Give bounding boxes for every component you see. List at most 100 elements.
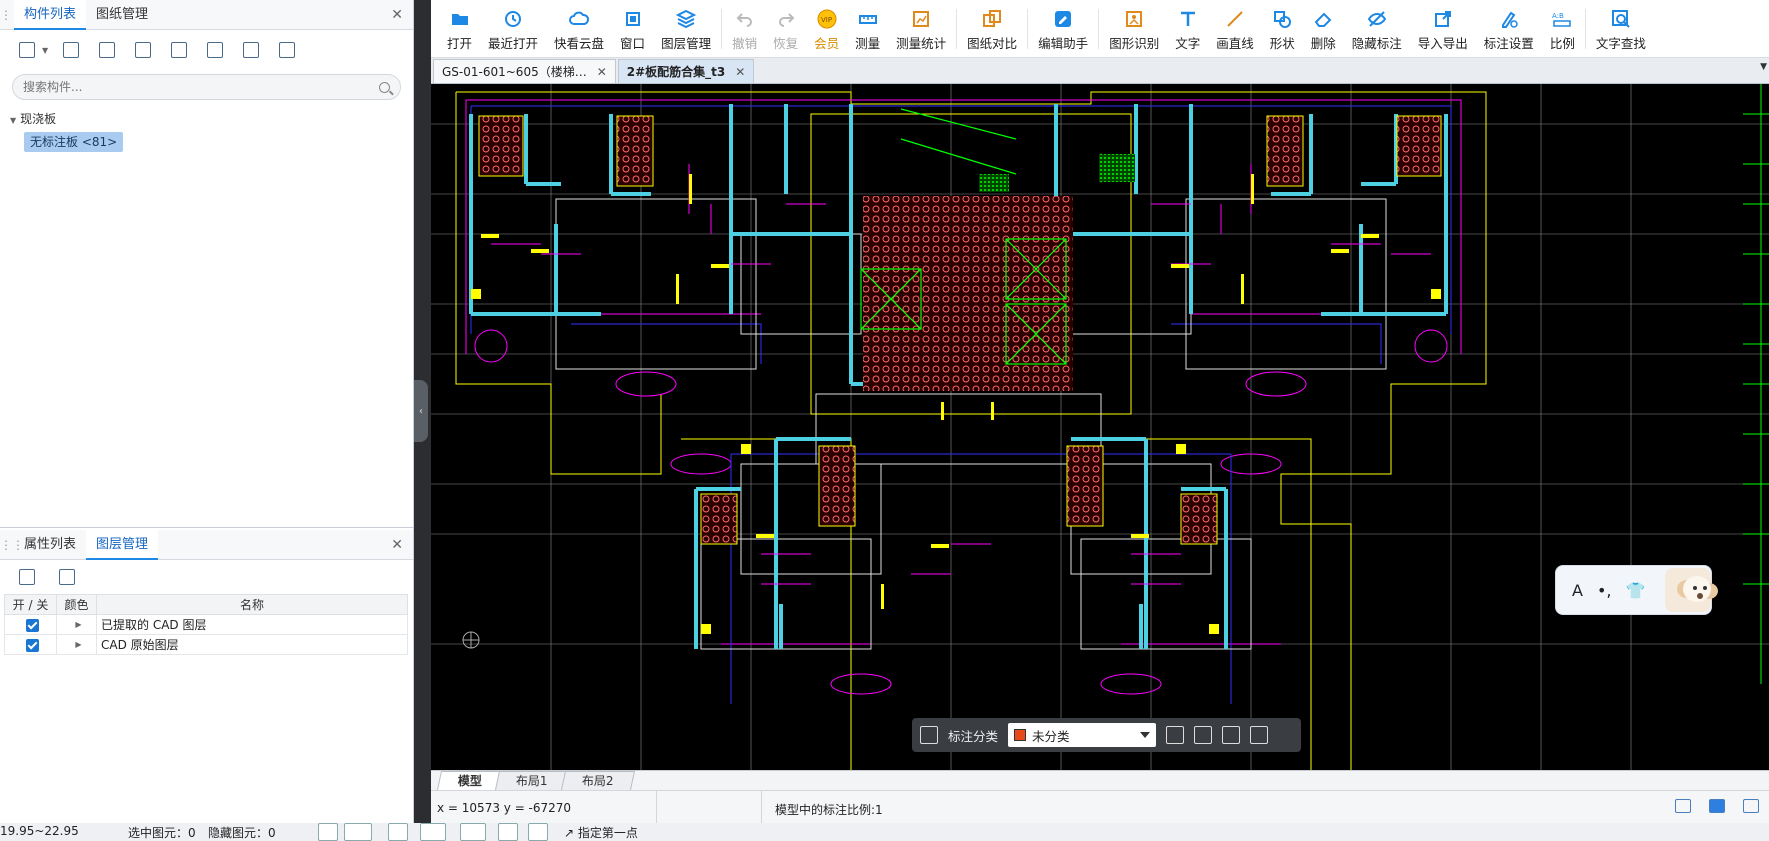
expand-triangle-icon[interactable]: ▶ bbox=[56, 614, 97, 635]
cad-drawing bbox=[431, 84, 1769, 770]
layer-visible-checkbox[interactable] bbox=[26, 638, 39, 652]
fullscreen-icon[interactable] bbox=[1743, 799, 1759, 813]
axis-grid bbox=[431, 84, 1769, 770]
tab-overflow-icon[interactable]: ▼ bbox=[1760, 62, 1767, 72]
refresh-button[interactable] bbox=[528, 823, 548, 841]
tool-label: 图形识别 bbox=[1109, 36, 1160, 51]
tab-drawing-management[interactable]: 图纸管理 bbox=[86, 0, 158, 30]
expand-triangle-icon[interactable]: ▼ bbox=[10, 116, 16, 125]
drag-grip-icon[interactable]: ⋮⋮ bbox=[0, 538, 24, 552]
measure-button[interactable]: 测量 bbox=[847, 0, 888, 57]
close-icon[interactable]: ✕ bbox=[391, 7, 403, 23]
vip-button[interactable]: VIP 会员 bbox=[806, 0, 847, 57]
paste-icon[interactable] bbox=[1250, 726, 1269, 744]
window-button[interactable]: 窗口 bbox=[612, 0, 653, 57]
list-icon bbox=[279, 42, 296, 58]
document-tab-active[interactable]: 2#板配筋合集_t3 ✕ bbox=[617, 59, 755, 84]
scale-button[interactable]: A:B 比例 bbox=[1542, 0, 1583, 57]
edit-assistant-button[interactable]: 编辑助手 bbox=[1030, 0, 1096, 57]
pdf-icon[interactable] bbox=[1709, 799, 1725, 813]
move-icon[interactable] bbox=[1194, 726, 1213, 744]
cad-canvas[interactable] bbox=[431, 84, 1769, 770]
snap-button[interactable] bbox=[318, 823, 338, 841]
dropdown-arrow-icon[interactable]: ▼ bbox=[42, 46, 48, 55]
measure-icon bbox=[858, 15, 877, 24]
copy-icon[interactable] bbox=[1222, 726, 1241, 744]
text-search-button[interactable]: 文字查找 bbox=[1588, 0, 1654, 57]
annotation-category-select[interactable]: 未分类 bbox=[1008, 723, 1157, 747]
image-icon[interactable] bbox=[1675, 799, 1691, 813]
property-button[interactable] bbox=[238, 37, 264, 63]
collapse-sidebar-button[interactable]: ‹ bbox=[414, 380, 428, 442]
delete-component-button[interactable] bbox=[94, 37, 120, 63]
drawing-compare-button[interactable]: 图纸对比 bbox=[959, 0, 1025, 57]
search-input[interactable] bbox=[23, 80, 379, 94]
close-icon[interactable]: ✕ bbox=[391, 537, 403, 553]
component-search bbox=[12, 74, 401, 100]
document-tab[interactable]: GS-01-601~605（楼梯… ✕ bbox=[433, 59, 616, 83]
duplicate-button[interactable] bbox=[130, 37, 156, 63]
close-icon[interactable]: ✕ bbox=[597, 60, 607, 84]
text-button[interactable]: 文字 bbox=[1167, 0, 1208, 57]
layer-manager-button[interactable]: 图层管理 bbox=[653, 0, 719, 57]
new-component-button[interactable] bbox=[14, 37, 40, 63]
layer-show-all-button[interactable] bbox=[14, 564, 40, 590]
component-toolbar: ▼ bbox=[0, 30, 413, 70]
tree-leaf-unlabeled-slab[interactable]: 无标注板 <81> bbox=[24, 132, 124, 152]
puppy-avatar[interactable] bbox=[1665, 568, 1711, 612]
tab-label: 布局2 bbox=[581, 774, 614, 788]
import-button[interactable] bbox=[202, 37, 228, 63]
save-template-button[interactable] bbox=[166, 37, 192, 63]
ime-punct[interactable]: •, bbox=[1597, 581, 1612, 600]
redo-button[interactable]: 恢复 bbox=[765, 0, 806, 57]
table-row[interactable]: ▶ 已提取的 CAD 图层 bbox=[4, 614, 408, 635]
tab-component-list[interactable]: 构件列表 bbox=[14, 0, 87, 30]
tab-layer-management[interactable]: 图层管理 bbox=[86, 529, 159, 560]
tab-layout1[interactable]: 布局1 bbox=[494, 771, 569, 790]
recent-open-button[interactable]: 最近打开 bbox=[480, 0, 546, 57]
import-export-button[interactable]: 导入导出 bbox=[1410, 0, 1476, 57]
tab-layout2[interactable]: 布局2 bbox=[560, 771, 635, 790]
layer-hide-all-button[interactable] bbox=[54, 564, 80, 590]
ime-skin-icon[interactable]: 👕 bbox=[1625, 581, 1645, 600]
tree-node-cast-slab[interactable]: ▼ 现浇板 bbox=[0, 108, 413, 130]
toolbar-divider bbox=[956, 9, 958, 49]
line-mode-button[interactable] bbox=[420, 823, 446, 841]
shape-button[interactable]: 形状 bbox=[1262, 0, 1303, 57]
tab-model[interactable]: 模型 bbox=[436, 771, 504, 790]
delete-button[interactable]: 删除 bbox=[1303, 0, 1344, 57]
ortho-button[interactable] bbox=[460, 823, 486, 841]
coordinate-readout: x = 10573 y = -67270 bbox=[437, 801, 572, 815]
selected-count: 选中图元：0 bbox=[128, 826, 196, 840]
range-text: 19.95~22.95 bbox=[0, 824, 79, 838]
hide-annotation-button[interactable]: 隐藏标注 bbox=[1344, 0, 1410, 57]
layer-visible-checkbox[interactable] bbox=[26, 618, 39, 632]
tab-label: 模型 bbox=[457, 774, 482, 788]
cross-select-button[interactable] bbox=[388, 823, 408, 841]
edit-icon[interactable] bbox=[1166, 726, 1185, 744]
toolbar-divider bbox=[721, 9, 723, 49]
open-button[interactable]: 打开 bbox=[439, 0, 480, 57]
select-mode-button[interactable] bbox=[344, 823, 372, 841]
expand-triangle-icon[interactable]: ▶ bbox=[56, 634, 97, 655]
grid-icon[interactable] bbox=[920, 726, 938, 744]
close-icon[interactable]: ✕ bbox=[735, 60, 745, 84]
measure-stats-button[interactable]: 测量统计 bbox=[888, 0, 954, 57]
undo-button[interactable]: 撤销 bbox=[724, 0, 765, 57]
copy-component-button[interactable] bbox=[58, 37, 84, 63]
ime-widget[interactable]: A •, 👕 bbox=[1555, 565, 1712, 615]
draw-line-button[interactable]: 画直线 bbox=[1208, 0, 1262, 57]
drag-grip-icon[interactable]: ⋮⋮ bbox=[0, 8, 24, 22]
annotation-settings-button[interactable]: 标注设置 bbox=[1476, 0, 1542, 57]
vip-icon: VIP bbox=[817, 9, 837, 29]
hatched-columns bbox=[478, 115, 1442, 545]
shape-recognize-button[interactable]: 图形识别 bbox=[1101, 0, 1167, 57]
tab-property-list[interactable]: 属性列表 bbox=[14, 530, 86, 560]
cloud-drive-button[interactable]: 快看云盘 bbox=[546, 0, 612, 57]
table-row[interactable]: ▶ CAD 原始图层 bbox=[4, 634, 408, 655]
ime-letter[interactable]: A bbox=[1572, 581, 1583, 600]
list-button[interactable] bbox=[274, 37, 300, 63]
search-icon[interactable] bbox=[379, 81, 390, 93]
save-view-button[interactable] bbox=[498, 823, 518, 841]
tool-label: 测量 bbox=[855, 36, 881, 51]
